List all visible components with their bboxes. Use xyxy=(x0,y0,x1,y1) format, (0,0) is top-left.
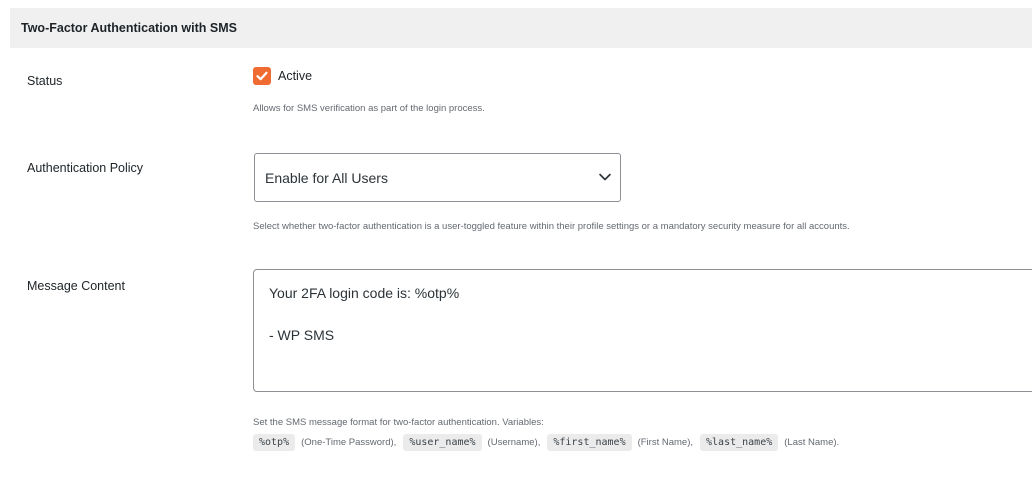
settings-page: Two-Factor Authentication with SMS Statu… xyxy=(0,0,1032,480)
section-header: Two-Factor Authentication with SMS xyxy=(10,8,1032,48)
variable-user-name: %user_name% xyxy=(403,434,482,451)
variables-list: %otp% (One-Time Password), %user_name% (… xyxy=(253,434,846,451)
variable-first-name-desc: (First Name), xyxy=(637,437,694,448)
status-help-text: Allows for SMS verification as part of t… xyxy=(253,103,485,114)
policy-help-text: Select whether two-factor authentication… xyxy=(253,221,850,232)
authentication-policy-select[interactable]: Enable for All Users xyxy=(254,153,621,202)
variable-user-name-desc: (Username), xyxy=(487,437,541,448)
message-content-textarea[interactable]: Your 2FA login code is: %otp% - WP SMS xyxy=(253,269,1032,392)
variable-last-name: %last_name% xyxy=(700,434,779,451)
message-help-text: Set the SMS message format for two-facto… xyxy=(253,417,544,428)
variable-first-name: %first_name% xyxy=(547,434,632,451)
checkmark-icon xyxy=(256,71,268,81)
variable-otp-desc: (One-Time Password), xyxy=(301,437,397,448)
active-checkbox[interactable] xyxy=(253,67,271,85)
chevron-down-icon xyxy=(599,173,611,181)
status-label: Status xyxy=(27,74,63,88)
variable-otp: %otp% xyxy=(253,434,296,451)
active-checkbox-label[interactable]: Active xyxy=(278,69,312,83)
variable-last-name-desc: (Last Name). xyxy=(784,437,840,448)
section-title: Two-Factor Authentication with SMS xyxy=(21,21,237,35)
message-content-label: Message Content xyxy=(27,279,125,293)
message-line xyxy=(269,304,1032,325)
policy-selected-value: Enable for All Users xyxy=(265,170,388,186)
policy-label: Authentication Policy xyxy=(27,161,144,175)
message-line: Your 2FA login code is: %otp% xyxy=(269,285,460,301)
message-line: - WP SMS xyxy=(269,327,335,343)
